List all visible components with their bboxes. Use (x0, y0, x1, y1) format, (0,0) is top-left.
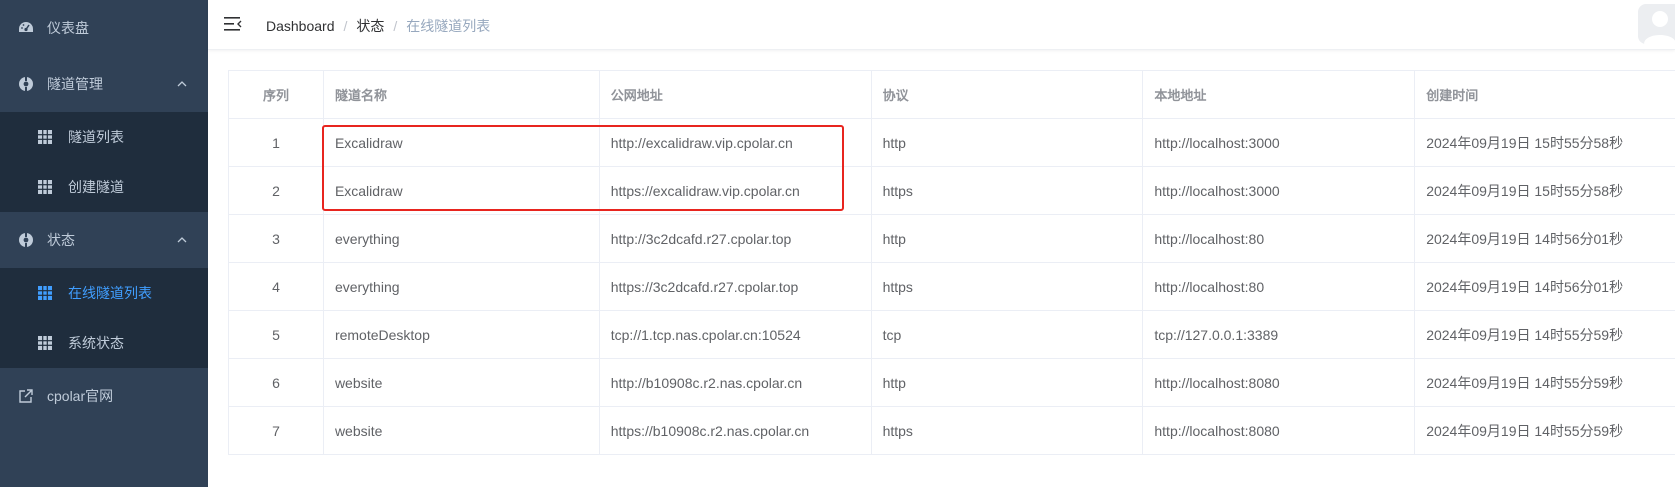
cell-local-address: http://localhost:8080 (1143, 407, 1416, 454)
user-avatar-icon (1644, 11, 1675, 44)
chevron-up-icon (177, 81, 187, 87)
table-row: 1 Excalidraw http://excalidraw.vip.cpola… (229, 119, 1675, 167)
sidebar-item-system-status[interactable]: 系统状态 (0, 318, 208, 368)
sub-item-label: 创建隧道 (68, 179, 124, 195)
table-row: 3 everything http://3c2dcafd.r27.cpolar.… (229, 215, 1675, 263)
column-header-index: 序列 (229, 71, 324, 118)
grid-icon (38, 286, 52, 300)
table-row: 7 website https://b10908c.r2.nas.cpolar.… (229, 407, 1675, 455)
cell-protocol: http (872, 119, 1144, 166)
breadcrumb-dashboard[interactable]: Dashboard (266, 18, 335, 34)
cell-created-time: 2024年09月19日 15时55分58秒 (1426, 182, 1624, 199)
breadcrumb: Dashboard / 状态 / 在线隧道列表 (266, 16, 490, 36)
table-row: 4 everything https://3c2dcafd.r27.cpolar… (229, 263, 1675, 311)
cell-public-url[interactable]: http://3c2dcafd.r27.cpolar.top (600, 215, 872, 262)
dashboard-icon (19, 22, 33, 32)
grid-icon (38, 130, 52, 144)
column-header-protocol: 协议 (872, 71, 1144, 118)
cell-local-address: http://localhost:80 (1143, 263, 1416, 310)
cell-public-url[interactable]: https://3c2dcafd.r27.cpolar.top (600, 263, 872, 310)
cell-created-time: 2024年09月19日 14时55分59秒 (1426, 374, 1624, 391)
cell-local-address: http://localhost:8080 (1143, 359, 1416, 406)
hamburger-icon[interactable] (224, 16, 242, 32)
cell-created-time: 2024年09月19日 14时56分01秒 (1426, 230, 1624, 247)
external-link-icon (19, 389, 33, 403)
menu-item-tunnel-management[interactable]: 隧道管理 (0, 56, 208, 112)
navbar: Dashboard / 状态 / 在线隧道列表 (208, 0, 1675, 50)
sidebar-item-tunnel-list[interactable]: 隧道列表 (0, 112, 208, 162)
menu-label: 状态 (47, 232, 75, 248)
cell-tunnel-name: Excalidraw (324, 167, 600, 214)
breadcrumb-current: 在线隧道列表 (406, 18, 491, 34)
cell-protocol: http (872, 359, 1144, 406)
column-header-created-time: 创建时间 (1426, 88, 1479, 103)
cell-protocol: tcp (872, 311, 1144, 358)
avatar[interactable] (1638, 4, 1675, 44)
cell-tunnel-name: everything (324, 263, 600, 310)
cell-index: 4 (229, 263, 324, 310)
menu-item-status[interactable]: 状态 (0, 212, 208, 268)
cell-local-address: tcp://127.0.0.1:3389 (1143, 311, 1416, 358)
table-row: 2 Excalidraw https://excalidraw.vip.cpol… (229, 167, 1675, 215)
cell-public-url[interactable]: http://b10908c.r2.nas.cpolar.cn (600, 359, 872, 406)
cell-local-address: http://localhost:3000 (1143, 119, 1416, 166)
cell-tunnel-name: Excalidraw (324, 119, 600, 166)
cell-local-address: http://localhost:3000 (1143, 167, 1416, 214)
cell-tunnel-name: website (324, 407, 600, 454)
cell-index: 5 (229, 311, 324, 358)
table-row: 5 remoteDesktop tcp://1.tcp.nas.cpolar.c… (229, 311, 1675, 359)
chevron-up-icon (177, 237, 187, 243)
cell-protocol: https (872, 407, 1144, 454)
sidebar: 仪表盘 隧道管理 隧道列表 创建隧道 状态 在线隧道列表 系统状态 cpolar… (0, 0, 208, 487)
grid-icon (38, 180, 52, 194)
cell-local-address: http://localhost:80 (1143, 215, 1416, 262)
status-icon (19, 233, 33, 247)
cell-created-time: 2024年09月19日 14时56分01秒 (1426, 278, 1624, 295)
cell-public-url[interactable]: https://b10908c.r2.nas.cpolar.cn (600, 407, 872, 454)
cell-tunnel-name: website (324, 359, 600, 406)
cell-protocol: http (872, 215, 1144, 262)
tunnel-table: 序列 隧道名称 公网地址 协议 本地地址 创建时间 1 Excalidraw h… (228, 70, 1675, 455)
cell-public-url[interactable]: tcp://1.tcp.nas.cpolar.cn:10524 (600, 311, 872, 358)
table-header-row: 序列 隧道名称 公网地址 协议 本地地址 创建时间 (229, 71, 1675, 119)
menu-label: 隧道管理 (47, 76, 103, 92)
sidebar-item-create-tunnel[interactable]: 创建隧道 (0, 162, 208, 212)
sub-item-label: 在线隧道列表 (68, 285, 152, 301)
column-header-local-address: 本地地址 (1143, 71, 1416, 118)
menu-label: 仪表盘 (47, 20, 89, 36)
cell-index: 3 (229, 215, 324, 262)
menu-label: cpolar官网 (47, 388, 114, 404)
breadcrumb-separator: / (393, 18, 398, 34)
column-header-name: 隧道名称 (324, 71, 600, 118)
cell-created-time: 2024年09月19日 14时55分59秒 (1426, 422, 1624, 439)
sidebar-item-online-tunnels[interactable]: 在线隧道列表 (0, 268, 208, 318)
cell-tunnel-name: everything (324, 215, 600, 262)
breadcrumb-separator: / (343, 18, 348, 34)
menu-item-dashboard[interactable]: 仪表盘 (0, 0, 208, 56)
tunnel-icon (19, 77, 33, 91)
cell-protocol: https (872, 263, 1144, 310)
menu-item-cpolar-website[interactable]: cpolar官网 (0, 368, 208, 424)
table-row: 6 website http://b10908c.r2.nas.cpolar.c… (229, 359, 1675, 407)
sub-item-label: 系统状态 (68, 335, 124, 351)
cell-created-time: 2024年09月19日 15时55分58秒 (1426, 134, 1624, 151)
cell-created-time: 2024年09月19日 14时55分59秒 (1426, 326, 1624, 343)
sub-item-label: 隧道列表 (68, 129, 124, 145)
column-header-public-url: 公网地址 (600, 71, 872, 118)
cell-index: 2 (229, 167, 324, 214)
cell-index: 7 (229, 407, 324, 454)
cell-public-url[interactable]: http://excalidraw.vip.cpolar.cn (600, 119, 872, 166)
cell-index: 6 (229, 359, 324, 406)
grid-icon (38, 336, 52, 350)
breadcrumb-status[interactable]: 状态 (356, 18, 384, 34)
cell-public-url[interactable]: https://excalidraw.vip.cpolar.cn (600, 167, 872, 214)
cell-protocol: https (872, 167, 1144, 214)
cell-tunnel-name: remoteDesktop (324, 311, 600, 358)
cell-index: 1 (229, 119, 324, 166)
